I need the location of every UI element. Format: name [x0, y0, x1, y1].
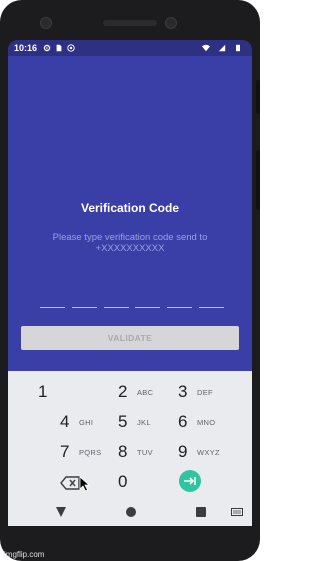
key-letters: ABC	[137, 388, 154, 397]
verification-code-input[interactable]	[40, 294, 224, 308]
recents-square-icon[interactable]	[196, 507, 206, 517]
front-camera-icon	[40, 17, 52, 29]
instruction-text: Please type verification code send to +X…	[52, 232, 208, 254]
key-9[interactable]: 9 WXYZ	[170, 438, 240, 466]
key-letters: DEF	[197, 388, 213, 397]
tab-forward-icon	[184, 477, 196, 485]
power-button	[256, 150, 260, 210]
device-screen: 10:16 Verification Code Please type veri…	[8, 40, 252, 526]
status-bar: 10:16	[8, 40, 252, 56]
status-time: 10:16	[14, 43, 38, 53]
keyboard-icon[interactable]	[231, 508, 243, 516]
backspace-icon[interactable]	[60, 476, 80, 490]
key-1[interactable]: 1	[30, 378, 100, 406]
verification-content: Verification Code Please type verificati…	[8, 56, 252, 371]
mouse-cursor-icon	[79, 476, 91, 492]
code-digit-slot[interactable]	[198, 294, 224, 308]
numeric-keyboard: 1 2 ABC 3 DEF 4 GHI 5 JKL 6 MNO 7 PQRS 8…	[8, 371, 252, 498]
key-letters: JKL	[137, 418, 151, 427]
key-letters: GHI	[79, 418, 94, 427]
go-button[interactable]	[179, 470, 201, 492]
proximity-sensor-icon	[165, 17, 177, 29]
key-digit: 0	[118, 472, 128, 491]
key-digit: 8	[118, 442, 128, 461]
key-letters: PQRS	[79, 448, 102, 457]
earpiece-speaker	[103, 20, 157, 26]
key-letters: WXYZ	[197, 448, 220, 457]
battery-icon	[236, 44, 240, 52]
code-digit-slot[interactable]	[135, 294, 161, 308]
key-digit: 4	[60, 412, 70, 431]
key-digit: 7	[60, 442, 70, 461]
key-digit: 1	[38, 382, 48, 401]
code-digit-slot[interactable]	[103, 294, 129, 308]
gear-icon	[43, 44, 51, 52]
bottom-bezel	[8, 526, 252, 546]
key-letters: MNO	[197, 418, 216, 427]
key-digit: 3	[178, 382, 188, 401]
navigation-bar	[8, 498, 252, 526]
wifi-icon	[202, 44, 210, 52]
home-circle-icon[interactable]	[126, 507, 136, 517]
key-3[interactable]: 3 DEF	[170, 378, 240, 406]
volume-button	[256, 80, 260, 114]
validate-button[interactable]: VALIDATE	[21, 326, 239, 350]
code-digit-slot[interactable]	[40, 294, 65, 308]
key-6[interactable]: 6 MNO	[170, 408, 240, 436]
code-digit-slot[interactable]	[71, 294, 97, 308]
status-right-icons	[202, 44, 246, 52]
watermark: imgflip.com	[4, 550, 45, 559]
key-digit: 5	[118, 412, 128, 431]
back-triangle-icon[interactable]	[55, 506, 67, 518]
key-digit: 6	[178, 412, 188, 431]
key-0[interactable]: 0	[110, 468, 180, 496]
page-title: Verification Code	[80, 201, 180, 215]
key-letters: TUV	[137, 448, 153, 457]
code-digit-slot[interactable]	[167, 294, 193, 308]
phone-frame: 10:16 Verification Code Please type veri…	[0, 0, 260, 561]
key-digit: 9	[178, 442, 188, 461]
key-digit: 2	[118, 382, 128, 401]
sim-card-icon	[56, 44, 62, 52]
signal-icon	[218, 44, 226, 52]
at-sign-icon	[67, 44, 75, 52]
